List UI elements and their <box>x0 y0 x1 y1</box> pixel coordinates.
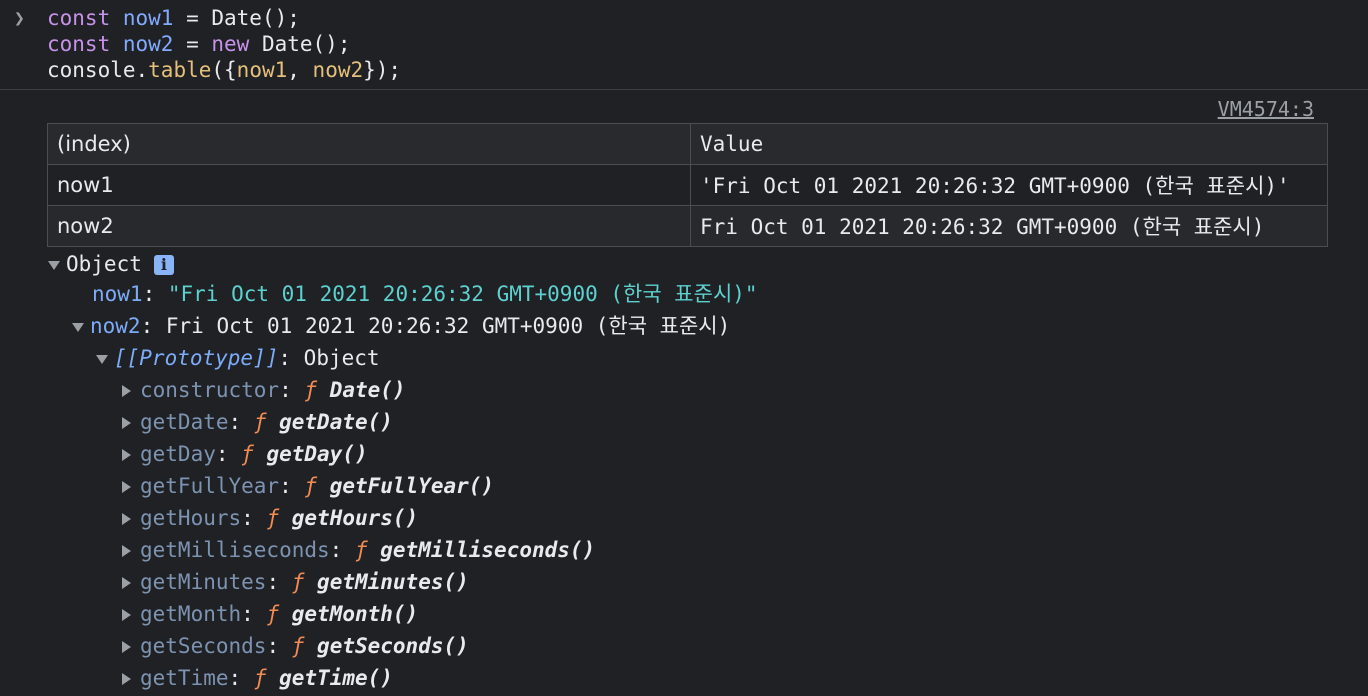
method-signature: Date() <box>329 378 406 402</box>
method-key: getSeconds <box>140 634 267 658</box>
method-signature: getSeconds() <box>317 634 469 658</box>
code-text: console. <box>47 58 149 82</box>
column-header-index[interactable]: (index) <box>47 123 691 165</box>
code-text: ({ <box>211 58 237 82</box>
method-key: getDay <box>140 442 216 466</box>
prototype-key: [[Prototype]] <box>114 346 279 370</box>
function-icon: ƒ <box>354 538 368 562</box>
console-table: (index) Value now1 'Fri Oct 01 2021 20:2… <box>47 123 1328 247</box>
expand-triangle-icon[interactable] <box>72 322 84 332</box>
chevron-right-icon: ❯ <box>14 8 25 29</box>
code-text: = Date(); <box>173 6 300 30</box>
function-icon: ƒ <box>241 442 254 466</box>
property-key: now2 <box>90 314 141 338</box>
property-value: Fri Oct 01 2021 20:26:32 GMT+0900 (한국 표준… <box>165 314 731 338</box>
function-icon: ƒ <box>253 410 267 434</box>
method-key: getHours <box>140 506 242 530</box>
function-icon: ƒ <box>253 666 267 690</box>
collapse-triangle-icon[interactable] <box>122 609 131 621</box>
collapse-triangle-icon[interactable] <box>122 449 131 461</box>
function-icon: ƒ <box>266 602 280 626</box>
variable: now2 <box>122 32 174 56</box>
variable: now2 <box>312 58 364 82</box>
method-row-getmonth[interactable]: getMonth: ƒ getMonth() <box>122 598 418 630</box>
method-row-getminutes[interactable]: getMinutes: ƒ getMinutes() <box>122 566 469 598</box>
method-key: getDate <box>140 410 229 434</box>
variable: now1 <box>236 58 288 82</box>
collapse-triangle-icon[interactable] <box>122 545 131 557</box>
method-key: getMilliseconds <box>140 538 330 562</box>
collapse-triangle-icon[interactable] <box>122 641 131 653</box>
info-icon[interactable]: i <box>153 255 174 275</box>
method-key: getMinutes <box>140 570 267 594</box>
keyword: const <box>47 32 111 56</box>
method-signature: getMonth() <box>291 602 419 626</box>
code-line-1: const now1 = Date(); <box>47 5 300 31</box>
expand-triangle-icon[interactable] <box>96 354 108 364</box>
method-row-gettime[interactable]: getTime: ƒ getTime() <box>122 662 393 694</box>
method-row-gethours[interactable]: getHours: ƒ getHours() <box>122 502 418 534</box>
column-header-value[interactable]: Value <box>690 123 1328 165</box>
method-row-getdate[interactable]: getDate: ƒ getDate() <box>122 406 393 438</box>
tree-root-object[interactable]: Object i <box>48 248 174 280</box>
method-signature: getTime() <box>279 666 393 690</box>
method-signature: getFullYear() <box>329 474 495 498</box>
collapse-triangle-icon[interactable] <box>122 417 131 429</box>
variable: now1 <box>122 6 174 30</box>
method-signature: getMilliseconds() <box>380 538 596 562</box>
console-input-block: ❯ const now1 = Date(); const now2 = new … <box>0 0 1368 90</box>
code-text: = <box>173 32 212 56</box>
object-label: Object <box>66 252 142 276</box>
function-icon: ƒ <box>304 474 318 498</box>
collapse-triangle-icon[interactable] <box>122 673 131 685</box>
table-cell-value: 'Fri Oct 01 2021 20:26:32 GMT+0900 (한국 표… <box>690 164 1328 206</box>
source-link[interactable]: VM4574:3 <box>1218 96 1314 122</box>
table-row[interactable]: now1 'Fri Oct 01 2021 20:26:32 GMT+0900 … <box>47 164 1328 206</box>
keyword: const <box>47 6 111 30</box>
keyword: new <box>211 32 250 56</box>
method-signature: getMinutes() <box>317 570 469 594</box>
method-key: getMonth <box>140 602 242 626</box>
collapse-triangle-icon[interactable] <box>122 481 131 493</box>
table-row[interactable]: now2 Fri Oct 01 2021 20:26:32 GMT+0900 (… <box>47 205 1328 247</box>
method-key: getTime <box>140 666 229 690</box>
tree-property-now2[interactable]: now2: Fri Oct 01 2021 20:26:32 GMT+0900 … <box>72 310 730 342</box>
code-text: , <box>287 58 313 82</box>
method-row-constructor[interactable]: constructor: ƒ Date() <box>122 374 406 406</box>
function-icon: ƒ <box>291 634 305 658</box>
method-key: getFullYear <box>140 474 280 498</box>
code-line-3: console.table({now1, now2}); <box>47 57 401 83</box>
tree-prototype[interactable]: [[Prototype]]: Object <box>96 342 380 374</box>
property-key: now1 <box>92 282 143 306</box>
tree-property-now1[interactable]: now1: "Fri Oct 01 2021 20:26:32 GMT+0900… <box>92 278 758 310</box>
table-cell-value: Fri Oct 01 2021 20:26:32 GMT+0900 (한국 표준… <box>690 205 1328 247</box>
function-name: table <box>148 58 212 82</box>
function-icon: ƒ <box>266 506 280 530</box>
method-row-getmilliseconds[interactable]: getMilliseconds: ƒ getMilliseconds() <box>122 534 595 566</box>
method-signature: getHours() <box>291 506 419 530</box>
property-value: "Fri Oct 01 2021 20:26:32 GMT+0900 (한국 표… <box>167 282 758 306</box>
collapse-triangle-icon[interactable] <box>122 577 131 589</box>
function-icon: ƒ <box>304 378 318 402</box>
method-row-getfullyear[interactable]: getFullYear: ƒ getFullYear() <box>122 470 494 502</box>
code-text: Date(); <box>249 32 351 56</box>
table-header-row: (index) Value <box>47 123 1328 165</box>
code-line-2: const now2 = new Date(); <box>47 31 350 57</box>
collapse-triangle-icon[interactable] <box>122 385 131 397</box>
collapse-triangle-icon[interactable] <box>122 513 131 525</box>
code-text: }); <box>363 58 402 82</box>
method-key: constructor <box>140 378 280 402</box>
table-cell-index: now1 <box>47 164 691 206</box>
table-cell-index: now2 <box>47 205 691 247</box>
expand-triangle-icon[interactable] <box>48 260 60 270</box>
method-row-getseconds[interactable]: getSeconds: ƒ getSeconds() <box>122 630 469 662</box>
method-row-getday[interactable]: getDay: ƒ getDay() <box>122 438 368 470</box>
function-icon: ƒ <box>291 570 305 594</box>
prototype-value: Object <box>303 346 380 370</box>
method-signature: getDate() <box>279 410 393 434</box>
method-signature: getDay() <box>266 442 368 466</box>
